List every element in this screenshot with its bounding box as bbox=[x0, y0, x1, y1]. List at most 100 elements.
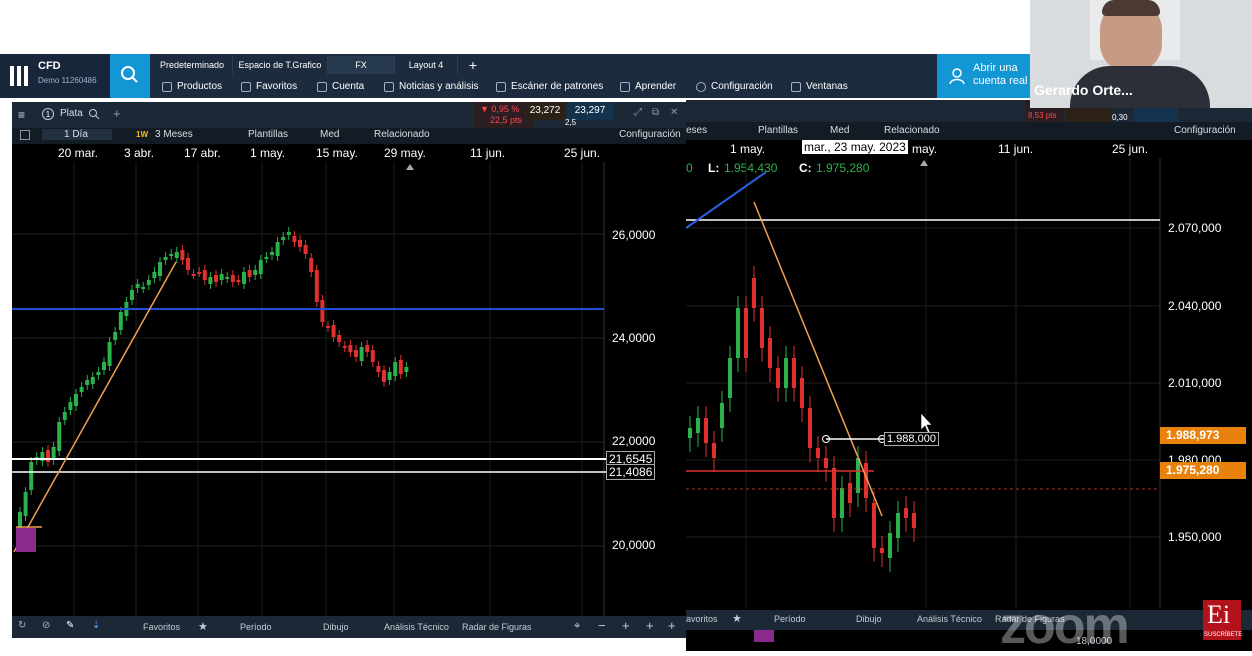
templates-button[interactable]: Plantillas bbox=[248, 129, 288, 140]
trendline[interactable] bbox=[13, 261, 177, 553]
candle-body bbox=[331, 325, 336, 337]
add-layout-button[interactable]: + bbox=[458, 56, 488, 74]
bottom-tab-periodo[interactable]: Período bbox=[240, 622, 272, 632]
date-label: 11 jun. bbox=[470, 146, 506, 160]
menu-label: Favoritos bbox=[256, 81, 298, 92]
time-marker-icon bbox=[406, 164, 414, 170]
range-selector[interactable]: 3 Meses bbox=[155, 129, 193, 140]
bottom-tab-periodo[interactable]: Período bbox=[774, 614, 806, 624]
bottom-tab-analisis[interactable]: Análisis Técnico bbox=[917, 614, 982, 624]
chart-config-button[interactable]: Configuración bbox=[1174, 125, 1236, 136]
bottom-tab-radar[interactable]: Radar de Figuras bbox=[462, 622, 532, 632]
bottom-tab-dibujo[interactable]: Dibujo bbox=[856, 614, 882, 624]
candle-body bbox=[348, 345, 353, 352]
candle-body bbox=[118, 312, 123, 330]
candle-body bbox=[281, 237, 286, 240]
layout-tab-layout4[interactable]: Layout 4 bbox=[395, 56, 458, 74]
related-button[interactable]: Relacionado bbox=[374, 129, 430, 140]
candle-body bbox=[113, 332, 118, 340]
graduation-icon bbox=[620, 82, 630, 92]
layout-tab-predeterminado[interactable]: Predeterminado bbox=[152, 56, 233, 74]
candle-body bbox=[264, 257, 269, 259]
scanner-icon bbox=[496, 82, 506, 92]
price-tick: 2.070,000 bbox=[1168, 221, 1222, 235]
bottom-tab-analisis[interactable]: Análisis Técnico bbox=[384, 622, 449, 632]
candle-body bbox=[62, 412, 67, 420]
chart-window-right: 8,53 pts 0,30 eses Plantillas Med Relaci… bbox=[686, 100, 1252, 651]
event-marker[interactable] bbox=[16, 528, 36, 552]
bottom-tab-favoritos[interactable]: avoritos bbox=[686, 614, 718, 624]
range-selector[interactable]: eses bbox=[686, 125, 707, 136]
left-price-chart[interactable] bbox=[12, 162, 686, 618]
cancel-icon[interactable]: ⊘ bbox=[42, 620, 50, 631]
crosshair-icon[interactable]: ⌖ bbox=[574, 620, 580, 633]
menu-escaner[interactable]: Escáner de patrones bbox=[496, 78, 603, 96]
instrument-name[interactable]: Plata bbox=[60, 108, 83, 119]
pencil-icon[interactable]: ✎ bbox=[66, 620, 74, 631]
date-label: 3 abr. bbox=[124, 146, 155, 160]
candle-body bbox=[202, 270, 207, 280]
open-real-account-button[interactable]: Abrir una cuenta real bbox=[937, 54, 1030, 98]
scroll-right-button[interactable]: + bbox=[668, 618, 676, 633]
news-icon bbox=[384, 82, 394, 92]
candle-body bbox=[74, 394, 78, 406]
menu-configuracion[interactable]: Configuración bbox=[696, 78, 773, 96]
candle-body bbox=[398, 360, 403, 374]
search-button[interactable] bbox=[110, 54, 150, 98]
candle-body bbox=[354, 350, 358, 357]
search-icon[interactable] bbox=[88, 108, 100, 120]
layout-tab-fx[interactable]: FX bbox=[328, 56, 395, 74]
interval-selector[interactable]: 1 Día bbox=[42, 129, 112, 140]
tag-icon bbox=[317, 82, 327, 92]
med-button[interactable]: Med bbox=[830, 125, 849, 136]
close-icon[interactable]: ✕ bbox=[670, 107, 678, 118]
candle-body bbox=[832, 468, 836, 518]
templates-button[interactable]: Plantillas bbox=[758, 125, 798, 136]
right-change-points: 8,53 pts bbox=[1028, 111, 1057, 120]
layout-tab-espacio[interactable]: Espacio de T.Grafico bbox=[233, 56, 328, 74]
menu-ventanas[interactable]: Ventanas bbox=[791, 78, 848, 96]
star-icon[interactable]: ★ bbox=[198, 620, 208, 633]
candle-body bbox=[888, 533, 892, 558]
menu-aprender[interactable]: Aprender bbox=[620, 78, 676, 96]
candle-body bbox=[23, 492, 28, 516]
date-label: 25 jun. bbox=[564, 146, 601, 160]
date-label: 11 jun. bbox=[998, 142, 1034, 156]
zoom-in-button[interactable]: + bbox=[622, 618, 630, 633]
med-button[interactable]: Med bbox=[320, 129, 339, 140]
candle-body bbox=[85, 380, 90, 385]
star-icon[interactable]: ★ bbox=[732, 612, 742, 625]
candle-body bbox=[270, 252, 274, 255]
spread-value: 2,5 bbox=[565, 118, 577, 127]
event-marker[interactable] bbox=[754, 630, 774, 642]
menu-cuenta[interactable]: Cuenta bbox=[317, 78, 364, 96]
candle-body bbox=[79, 387, 84, 392]
scroll-left-button[interactable]: + bbox=[646, 618, 654, 633]
related-button[interactable]: Relacionado bbox=[884, 125, 940, 136]
popout-icon[interactable]: ⧉ bbox=[652, 107, 659, 118]
menu-icon[interactable]: ≡ bbox=[18, 108, 25, 122]
candle-body bbox=[365, 345, 370, 352]
expand-icon[interactable]: ⤢ bbox=[634, 107, 642, 118]
zoom-out-button[interactable]: − bbox=[598, 618, 606, 633]
add-instrument-button[interactable]: + bbox=[113, 106, 121, 121]
gear-icon bbox=[696, 82, 706, 92]
date-label: may. bbox=[912, 142, 938, 156]
bottom-tab-dibujo[interactable]: Dibujo bbox=[323, 622, 349, 632]
bottom-tab-favoritos[interactable]: Favoritos bbox=[143, 622, 180, 632]
candle-body bbox=[214, 275, 218, 282]
bid-price[interactable]: 23,272 bbox=[525, 102, 565, 120]
products-icon bbox=[162, 82, 172, 92]
menu-favoritos[interactable]: Favoritos bbox=[241, 78, 297, 96]
reset-icon[interactable]: ↻ bbox=[18, 620, 26, 631]
menu-noticias[interactable]: Noticias y análisis bbox=[384, 78, 478, 96]
price-tag-close: 1.975,280 bbox=[1160, 462, 1246, 479]
candle-body bbox=[800, 378, 804, 408]
magnet-icon[interactable]: ⇣ bbox=[92, 620, 100, 631]
candle-body bbox=[186, 258, 190, 270]
candlestick-series bbox=[18, 227, 409, 537]
chart-config-button[interactable]: Configuración bbox=[619, 129, 681, 140]
range-badge: 1W bbox=[136, 130, 148, 139]
layout-icon[interactable] bbox=[20, 130, 30, 140]
menu-productos[interactable]: Productos bbox=[162, 78, 222, 96]
